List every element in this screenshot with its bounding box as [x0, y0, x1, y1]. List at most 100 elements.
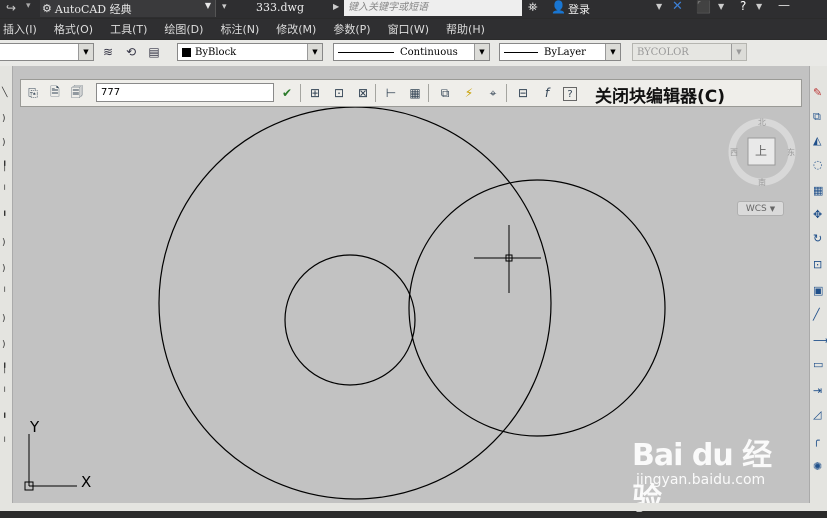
tool-icon[interactable]: ) — [2, 138, 6, 148]
chevron-down-icon: ▼ — [605, 44, 620, 60]
large-circle[interactable] — [158, 106, 552, 500]
block-name-input[interactable]: 777 — [96, 83, 274, 102]
layer-combo[interactable]: ▼ — [0, 43, 94, 61]
tool-icon[interactable]: ╿ — [2, 364, 7, 374]
erase-icon[interactable]: ✎ — [813, 86, 822, 99]
visibility-states-icon[interactable]: ⧉ — [437, 85, 453, 101]
plotstyle-combo[interactable]: BYCOLOR ▼ — [632, 43, 747, 61]
right-circle[interactable] — [408, 179, 666, 437]
tool-icon[interactable]: ╵ — [2, 288, 7, 298]
chevron-down-icon[interactable]: ▼ — [656, 2, 662, 11]
viewcube[interactable]: 西 东 北 南 上 — [728, 116, 798, 186]
menu-item-dimension[interactable]: 标注(N) — [220, 21, 259, 37]
tool-icon[interactable]: ) — [2, 114, 6, 124]
rotate-icon[interactable]: ↻ — [813, 232, 822, 245]
menu-item-format[interactable]: 格式(O) — [54, 21, 93, 37]
action-icon[interactable]: ⊠ — [355, 85, 371, 101]
array-icon[interactable]: ▦ — [813, 184, 823, 197]
move-icon[interactable]: ✥ — [813, 208, 822, 221]
copy-icon[interactable]: ⧉ — [813, 110, 821, 124]
app-store-icon[interactable]: ⬛ — [696, 0, 711, 14]
lightning-icon[interactable]: ⚡ — [461, 85, 477, 101]
parameter-icon[interactable]: ⊡ — [331, 85, 347, 101]
minimize-icon[interactable]: — — [778, 0, 790, 12]
menu-item-parameters[interactable]: 参数(P) — [333, 21, 370, 37]
tool-icon[interactable]: ) — [2, 238, 6, 248]
search-input[interactable]: 键入关键字或短语 — [344, 0, 522, 16]
chevron-down-icon[interactable]: ▼ — [718, 2, 724, 11]
chevron-down-icon: ▼ — [769, 204, 776, 213]
tool-icon[interactable]: ╵ — [2, 438, 7, 448]
save-block-as-icon[interactable]: 🗐 — [69, 85, 85, 101]
small-circle[interactable] — [284, 254, 416, 386]
plotstyle-value: BYCOLOR — [637, 46, 689, 58]
menu-item-modify[interactable]: 修改(M) — [276, 21, 316, 37]
lineweight-value: ByLayer — [544, 46, 586, 58]
viewcube-face-label[interactable]: 上 — [755, 142, 767, 159]
bottom-bar — [0, 503, 827, 511]
layer-state-icon[interactable]: ≋ — [100, 44, 116, 60]
login-link[interactable]: 登录 — [568, 1, 590, 17]
close-block-editor-button[interactable]: 关闭块编辑器(C) — [595, 82, 725, 107]
tool-icon[interactable]: ╹ — [2, 414, 7, 424]
redo-arrow-icon[interactable]: ↪ — [6, 1, 16, 15]
scale-icon[interactable]: ⊡ — [813, 258, 822, 271]
help-icon[interactable]: ? — [740, 0, 746, 13]
lineweight-sample-line — [504, 51, 538, 53]
menu-item-window[interactable]: 窗口(W) — [388, 21, 429, 37]
offset-icon[interactable]: ◌ — [813, 158, 823, 171]
chevron-down-icon[interactable]: ▼ — [756, 2, 762, 11]
test-block-icon[interactable]: ✔ — [279, 85, 295, 101]
tool-icon[interactable]: ) — [2, 264, 6, 274]
parameter-manager-icon[interactable]: ⊟ — [515, 85, 531, 101]
menu-item-tools[interactable]: 工具(T) — [110, 21, 147, 37]
help-icon[interactable]: ? — [563, 87, 577, 101]
toolbar-separator — [428, 84, 429, 102]
authoring-palettes-icon[interactable]: ⊞ — [307, 85, 323, 101]
trim-icon[interactable]: ╱ — [813, 308, 820, 321]
binoculars-icon[interactable]: ⛯ — [528, 0, 538, 15]
mirror-icon[interactable]: ◭ — [813, 134, 821, 147]
tool-icon[interactable]: ╵ — [2, 388, 7, 398]
extend-icon[interactable]: ⟶ — [813, 334, 827, 347]
define-attribute-icon[interactable]: ⊢ — [383, 85, 399, 101]
wcs-menu[interactable]: WCS ▼ — [737, 201, 784, 216]
fillet-icon[interactable]: ╭ — [813, 434, 820, 447]
file-name: 333.dwg — [256, 1, 304, 14]
function-icon[interactable]: f — [539, 85, 555, 101]
layer-match-icon[interactable]: ▤ — [146, 44, 162, 60]
tool-icon[interactable]: ╵ — [2, 186, 7, 196]
exchange-icon[interactable]: ✕ — [672, 0, 683, 14]
right-tool-strip: ✎ ⧉ ◭ ◌ ▦ ✥ ↻ ⊡ ▣ ╱ ⟶ ▭ ⇥ ◿ ╭ ✺ — [809, 66, 827, 511]
quick-access-dropdown-icon[interactable]: ▾ — [222, 2, 227, 12]
play-arrow-icon[interactable]: ▶ — [333, 2, 339, 11]
toolbar-separator — [300, 84, 301, 102]
user-icon[interactable]: 👤 — [551, 0, 566, 14]
tool-icon[interactable]: ) — [2, 314, 6, 324]
workspace-selector[interactable]: ⚙ AutoCAD 经典 ▼ — [40, 0, 216, 17]
tool-icon[interactable]: ╲ — [2, 88, 7, 98]
point-icon[interactable]: ⌖ — [485, 85, 501, 101]
tool-icon[interactable]: ) — [2, 340, 6, 350]
block-table-icon[interactable]: ▦ — [407, 85, 423, 101]
layer-previous-icon[interactable]: ⟲ — [123, 44, 139, 60]
chevron-down-icon[interactable]: ▾ — [26, 1, 31, 11]
menu-item-insert[interactable]: 插入(I) — [3, 21, 37, 37]
menu-item-help[interactable]: 帮助(H) — [446, 21, 485, 37]
tool-icon[interactable]: ╹ — [2, 212, 7, 222]
svg-text:东: 东 — [787, 147, 795, 157]
color-combo[interactable]: ByBlock ▼ — [177, 43, 323, 61]
tool-icon[interactable]: ╿ — [2, 162, 7, 172]
save-block-icon[interactable]: 🗎 — [47, 85, 63, 101]
lineweight-combo[interactable]: ByLayer ▼ — [499, 43, 621, 61]
linetype-combo[interactable]: Continuous ▼ — [333, 43, 490, 61]
svg-text:西: 西 — [730, 148, 738, 157]
join-icon[interactable]: ⇥ — [813, 384, 822, 397]
explode-icon[interactable]: ✺ — [813, 460, 822, 473]
chamfer-icon[interactable]: ◿ — [813, 408, 821, 421]
stretch-icon[interactable]: ▣ — [813, 284, 823, 297]
break-icon[interactable]: ▭ — [813, 358, 823, 371]
edit-block-icon[interactable]: ⎘ — [25, 85, 41, 101]
left-tool-strip: ╲ ) ) ╿ ╵ ╹ ) ) ╵ ) ) ╿ ╵ ╹ ╵ — [0, 66, 13, 511]
menu-item-draw[interactable]: 绘图(D) — [164, 21, 203, 37]
